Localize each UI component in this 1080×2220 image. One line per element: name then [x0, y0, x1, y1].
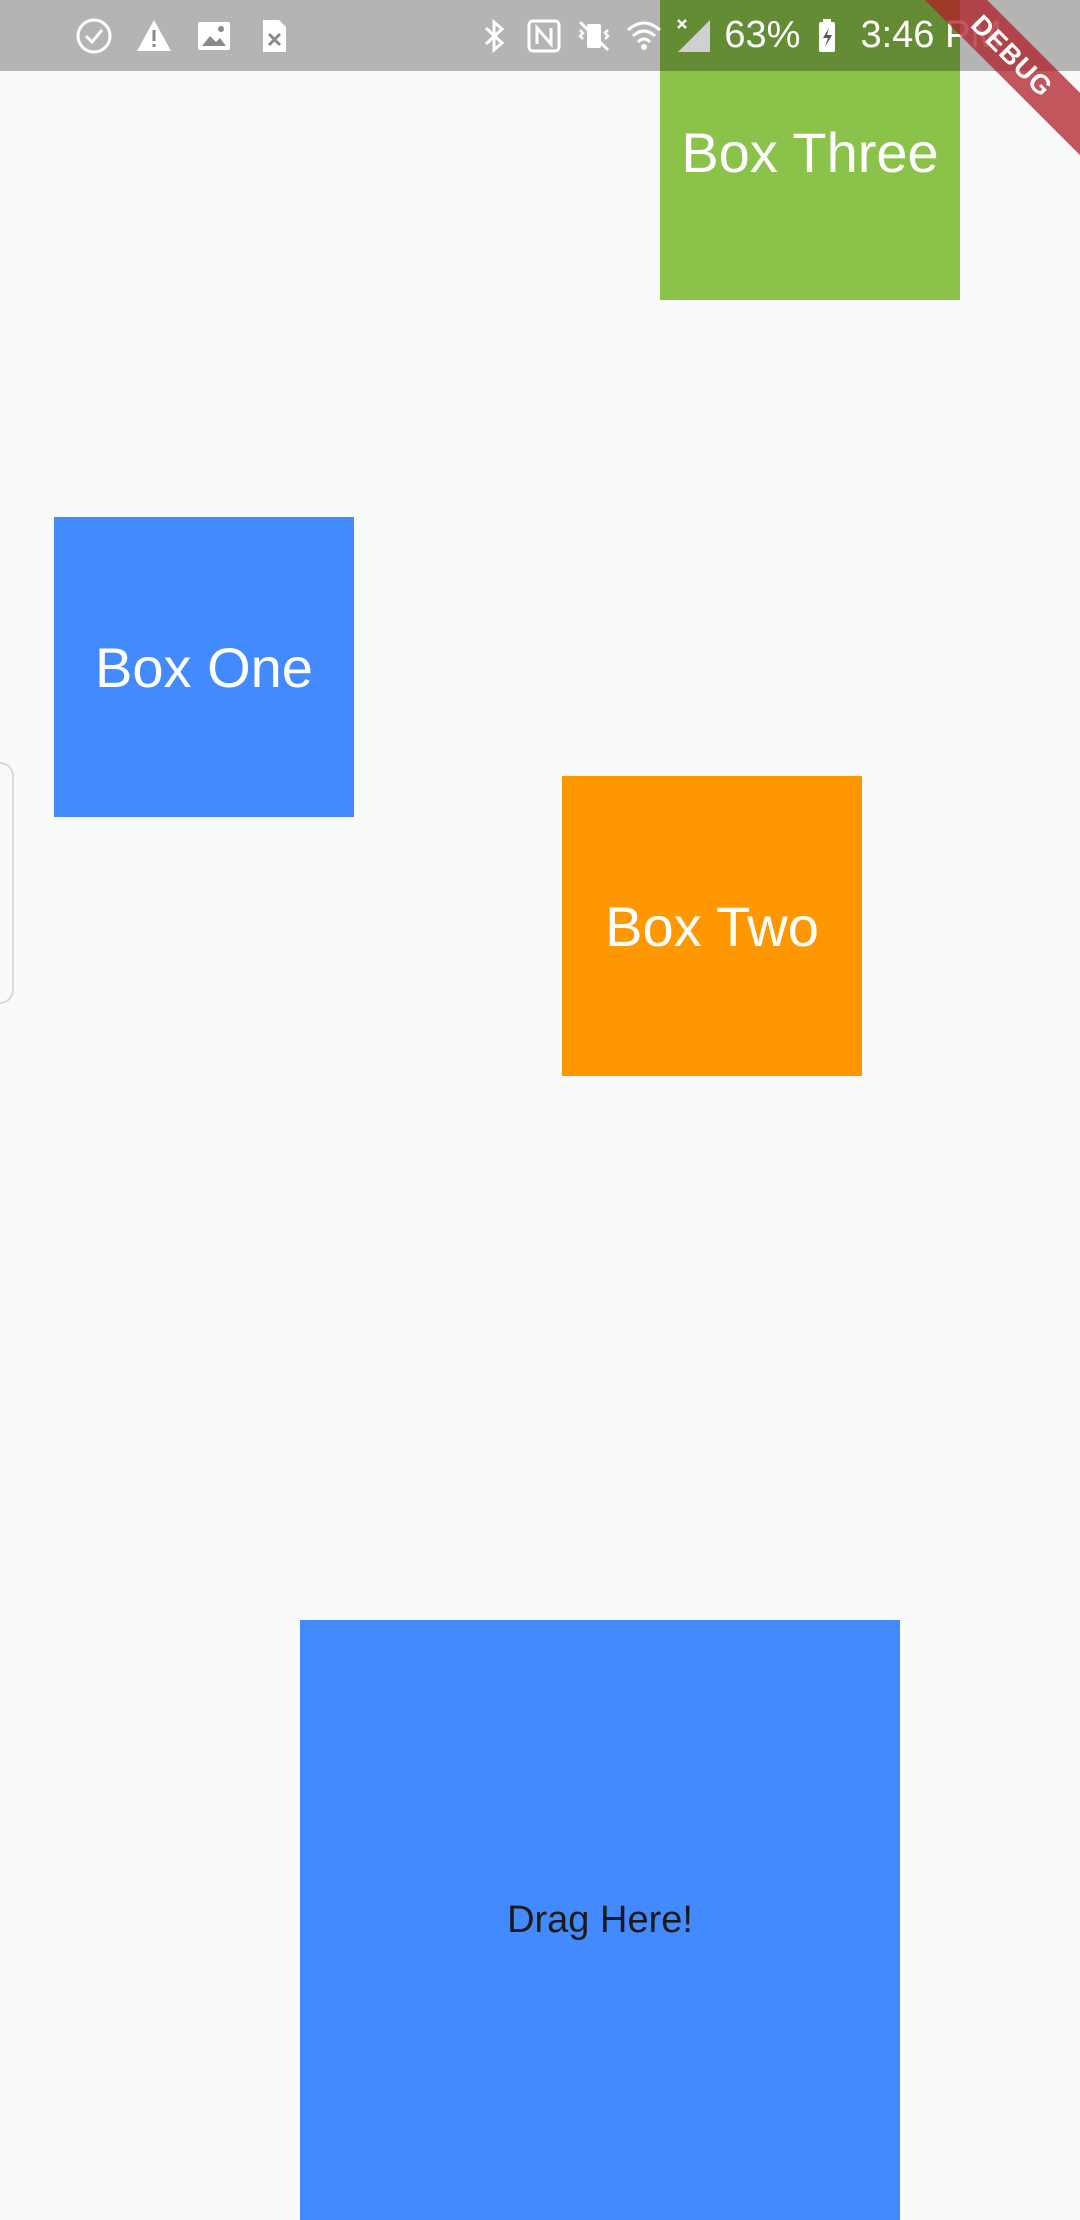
image-icon: [194, 16, 234, 56]
drop-target[interactable]: Drag Here!: [300, 1620, 900, 2220]
clock: 3:46 PM: [860, 14, 1002, 56]
edge-panel-handle[interactable]: [0, 762, 14, 1004]
status-bar-system: 63% 3:46 PM: [474, 0, 1002, 71]
wifi-icon: [624, 16, 664, 56]
drop-target-label: Drag Here!: [507, 1898, 693, 1941]
check-circle-icon: [74, 16, 114, 56]
nfc-icon: [524, 16, 564, 56]
cell-signal-icon: [674, 16, 714, 56]
box-one[interactable]: Box One: [54, 517, 354, 817]
status-bar-notifications: [74, 0, 294, 71]
battery-charging-icon: [810, 16, 850, 56]
file-x-icon: [254, 16, 294, 56]
status-bar: 63% 3:46 PM: [0, 0, 1080, 71]
box-two-label: Box Two: [605, 894, 819, 958]
battery-percent: 63%: [724, 14, 801, 56]
warning-icon: [134, 16, 174, 56]
box-one-label: Box One: [95, 635, 313, 699]
box-three-label: Box Three: [681, 120, 939, 184]
box-two[interactable]: Box Two: [562, 776, 862, 1076]
vibrate-mute-icon: [574, 16, 614, 56]
bluetooth-icon: [474, 16, 514, 56]
